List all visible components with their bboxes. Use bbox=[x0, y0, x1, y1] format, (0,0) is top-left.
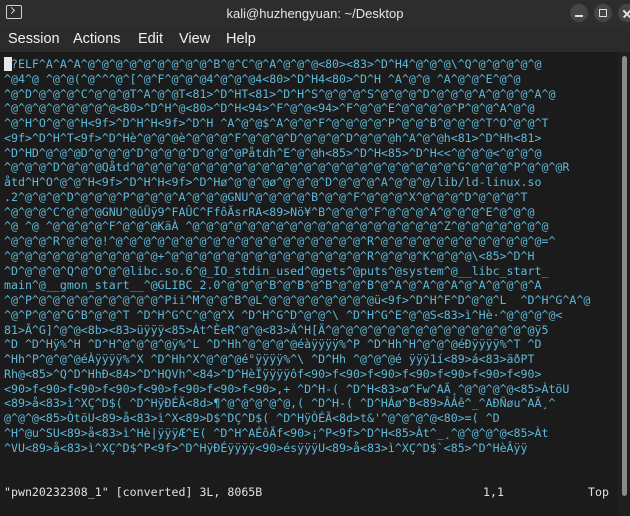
buffer-line: ^?ELF^A^A^A^@^@^@^@^@^@^@^@^@^B^@^C^@^A^… bbox=[4, 57, 542, 71]
buffer-line: <90>f<90>f<90>f<90>f<90>f<90>f<90>f<90>,… bbox=[4, 381, 570, 396]
buffer-line: <9f>^D^H^T<9f>^D^Hè^@^@^@è^@^@^@^F^@^@^@… bbox=[4, 130, 542, 145]
maximize-button[interactable] bbox=[594, 4, 612, 22]
scrollbar-thumb[interactable] bbox=[622, 56, 627, 496]
window-title: kali@huzhengyuan: ~/Desktop bbox=[226, 6, 404, 21]
buffer-line: ^@ ^@ ^@^@^@^@^F^@^@^@KäÀ ^@^@^@^@^@^@^@… bbox=[4, 219, 549, 234]
vim-buffer[interactable]: ^?ELF^A^A^A^@^@^@^@^@^@^@^@^@^B^@^C^@^A^… bbox=[4, 57, 616, 455]
menu-help[interactable]: Help bbox=[226, 31, 256, 47]
buffer-line: ^Hh^P^@^@^@éÀÿÿÿÿ%^X ^D^Hh^X^@^@^@é°ÿÿÿÿ… bbox=[4, 352, 535, 366]
title-bar[interactable]: kali@huzhengyuan: ~/Desktop bbox=[0, 0, 630, 29]
terminal-window: kali@huzhengyuan: ~/Desktop Session Acti… bbox=[0, 0, 630, 516]
menu-session[interactable]: Session bbox=[8, 31, 60, 47]
menu-bar: Session Actions Edit View Help bbox=[0, 28, 630, 52]
status-scroll-position: Top bbox=[588, 485, 609, 499]
buffer-line: åtd^H^O^@^@^H<9f>^D^H^H<9f>^D^Hø^@^@^@ø^… bbox=[4, 175, 542, 189]
buffer-line: <89>å<83>ì^XÇ^D$( ^D^HÿÐÉÃ<8d>¶^@^@^@^@^… bbox=[4, 396, 556, 411]
buffer-line: ^@4^@ ^@^@(^@^^^@^[^@^F^@^@^@4^@^@^@4<80… bbox=[4, 71, 521, 86]
vertical-scrollbar[interactable] bbox=[618, 52, 630, 516]
buffer-line: ^@^@^@^@^@^@^@^@^@^@^@+^@^@^@^@^@^@^@^@^… bbox=[4, 248, 535, 263]
buffer-line: ^@^D^@^@^@^C^@^@^@T^A^@^@T<81>^D^HT<81>^… bbox=[4, 86, 556, 101]
buffer-line: ^@^@^@^D^@^@^@Qåtd^@^@^@^@^@^@^@^@^@^@^@… bbox=[4, 160, 570, 175]
minimize-icon bbox=[575, 15, 583, 17]
vim-status-line: "pwn20232308_1" [converted] 3L, 8065B 1,… bbox=[4, 485, 612, 501]
buffer-line: Rh@<85>^Q^D^HhÐ<84>^D^HQVh^<84>^D^HèÏÿÿÿ… bbox=[4, 366, 542, 381]
maximize-icon bbox=[599, 9, 607, 17]
close-button[interactable] bbox=[618, 4, 630, 22]
buffer-line: ^@^P^@^@^@^@^@^@^@^@^@^Pii^M^@^@^B^@L^@^… bbox=[4, 293, 591, 307]
menu-view[interactable]: View bbox=[179, 31, 210, 47]
terminal-output[interactable]: ^?ELF^A^A^A^@^@^@^@^@^@^@^@^@^B^@^C^@^A^… bbox=[0, 52, 616, 516]
status-cursor-position: 1,1 bbox=[483, 485, 504, 499]
buffer-line: ^@^H^O^@^@^H<9f>^D^H^H<9f>^D^H ^A^@^@$^A… bbox=[4, 116, 549, 130]
buffer-line: ^@^@^@^@^@^@^@^@<80>^D^H^@<80>^D^H<94>^F… bbox=[4, 101, 535, 116]
text-cursor bbox=[4, 57, 12, 71]
buffer-line: ^D^HD^@^@^@D^@^@^@^D^@^@^@^D^@^@^@Påtdh^… bbox=[4, 145, 542, 160]
buffer-line: ^@^@^@^R^@^@^@!^@^@^@^@^@^@^@^@^@^@^@^@^… bbox=[4, 234, 556, 248]
buffer-line: @^@^@<85>ÒtöU<89>å<83>ì^X<89>D$^DÇ^D$( ^… bbox=[4, 411, 500, 425]
buffer-line: ^VU<89>å<83>ì^XÇ^D$^P<9f>^D^HÿÐÉÿÿÿÿ<90>… bbox=[4, 440, 528, 455]
buffer-line: 81>Ã^G]^@^@<8b><83>üÿÿÿ<85>Àt^ÈeR^@^@<83… bbox=[4, 322, 549, 337]
menu-actions[interactable]: Actions bbox=[73, 31, 121, 47]
buffer-line: ^D ^D^Hÿ%^H ^D^H^@^@^@^@ÿ%^L ^D^Hh^@^@^@… bbox=[4, 337, 542, 352]
buffer-line: main^@__gmon_start__^@GLIBC_2.0^@^@^@^B^… bbox=[4, 278, 542, 293]
buffer-line: .2^@^@^@^D^@^@^@^P^@^@^@^A^@^@^@GNU^@^@^… bbox=[4, 189, 528, 204]
menu-edit[interactable]: Edit bbox=[138, 31, 163, 47]
status-file-info: "pwn20232308_1" [converted] 3L, 8065B bbox=[4, 485, 263, 499]
buffer-line: ^H^@u^SU<89>å<83>ì^Hè|ÿÿÿÆ^E( ^D^H^AÉôÃf… bbox=[4, 425, 549, 440]
buffer-line: ^@^P^@^@^G^B^@^@^T ^D^H^G^C^@^@^X ^D^H^G… bbox=[4, 307, 563, 322]
buffer-line: ^D^@^@^@^Q^@^O^@^@libc.so.6^@_IO_stdin_u… bbox=[4, 263, 549, 278]
buffer-line: ^@^@^@^C^@^@^@GNU^@ûÜÿ9^FAÛC^FfôÃsrRA<89… bbox=[4, 204, 535, 219]
minimize-button[interactable] bbox=[570, 4, 588, 22]
